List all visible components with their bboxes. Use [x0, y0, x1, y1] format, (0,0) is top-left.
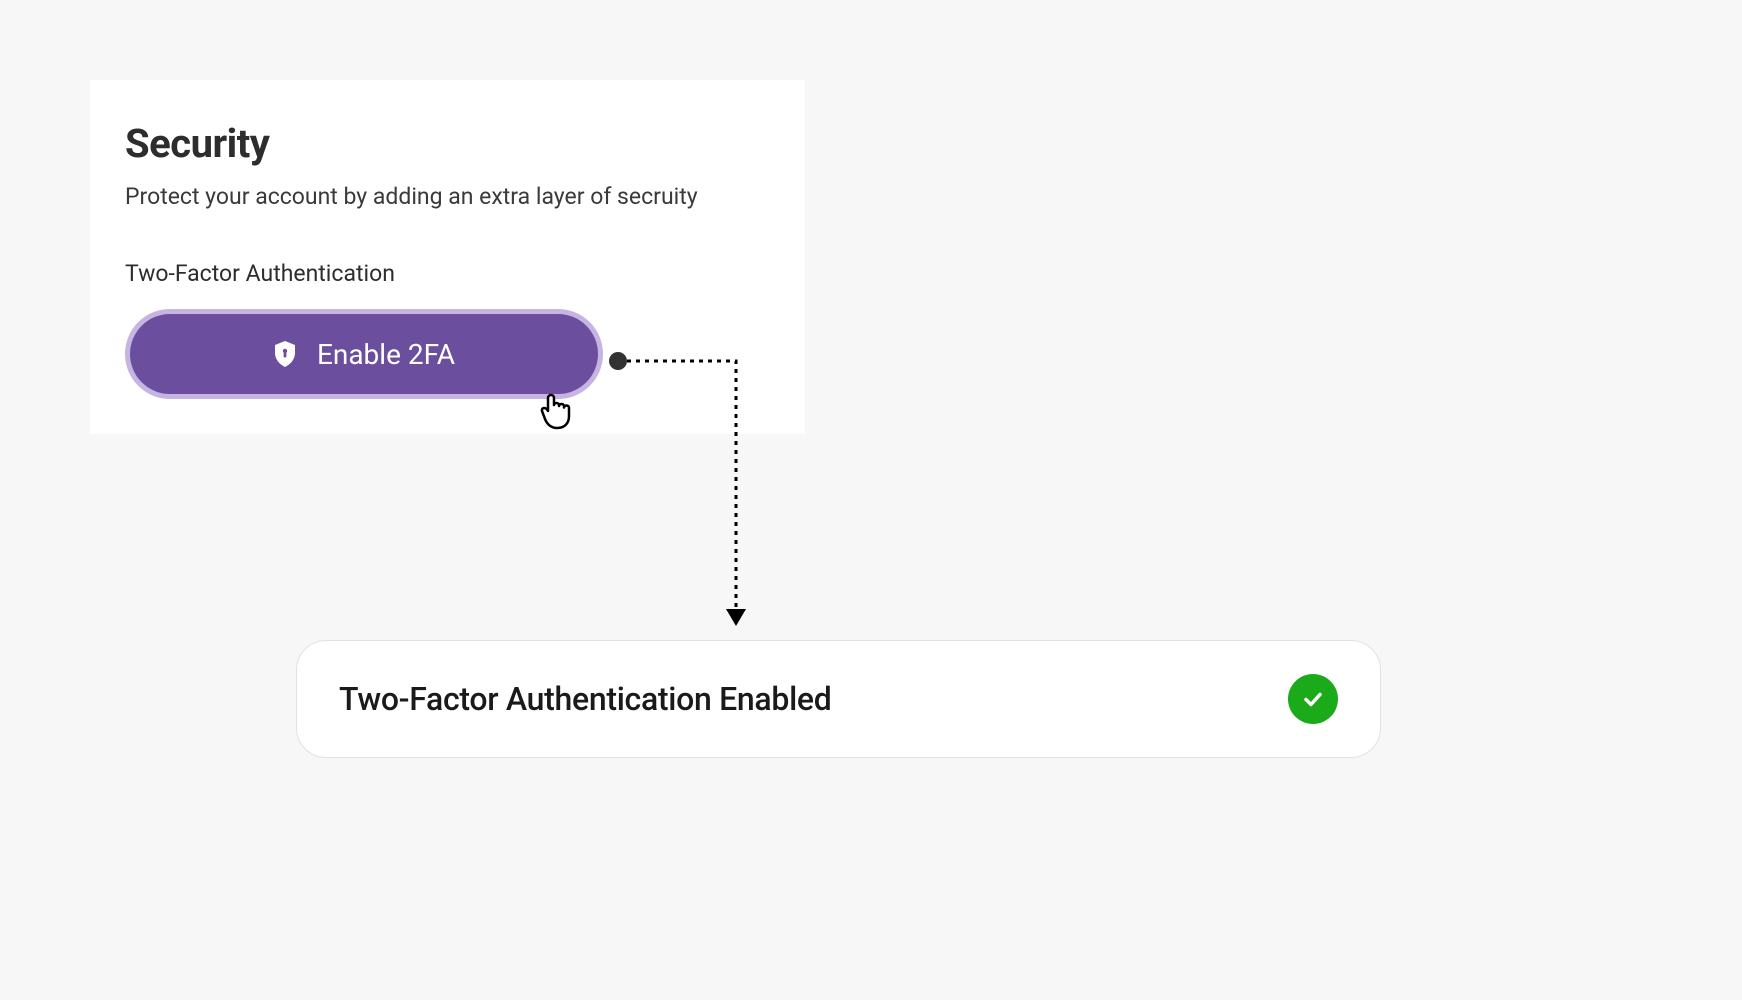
enable-2fa-button-label: Enable 2FA: [317, 338, 455, 371]
flow-connector: [608, 351, 758, 645]
toast-message: Two-Factor Authentication Enabled: [339, 680, 832, 718]
security-title: Security: [125, 120, 770, 167]
success-check-icon: [1288, 674, 1338, 724]
two-factor-section-label: Two-Factor Authentication: [125, 260, 770, 287]
pointer-cursor-icon: [539, 390, 575, 432]
shield-icon: [273, 340, 297, 368]
security-subtitle: Protect your account by adding an extra …: [125, 183, 770, 210]
toast-notification: Two-Factor Authentication Enabled: [296, 640, 1381, 758]
enable-2fa-button[interactable]: Enable 2FA: [125, 309, 603, 399]
